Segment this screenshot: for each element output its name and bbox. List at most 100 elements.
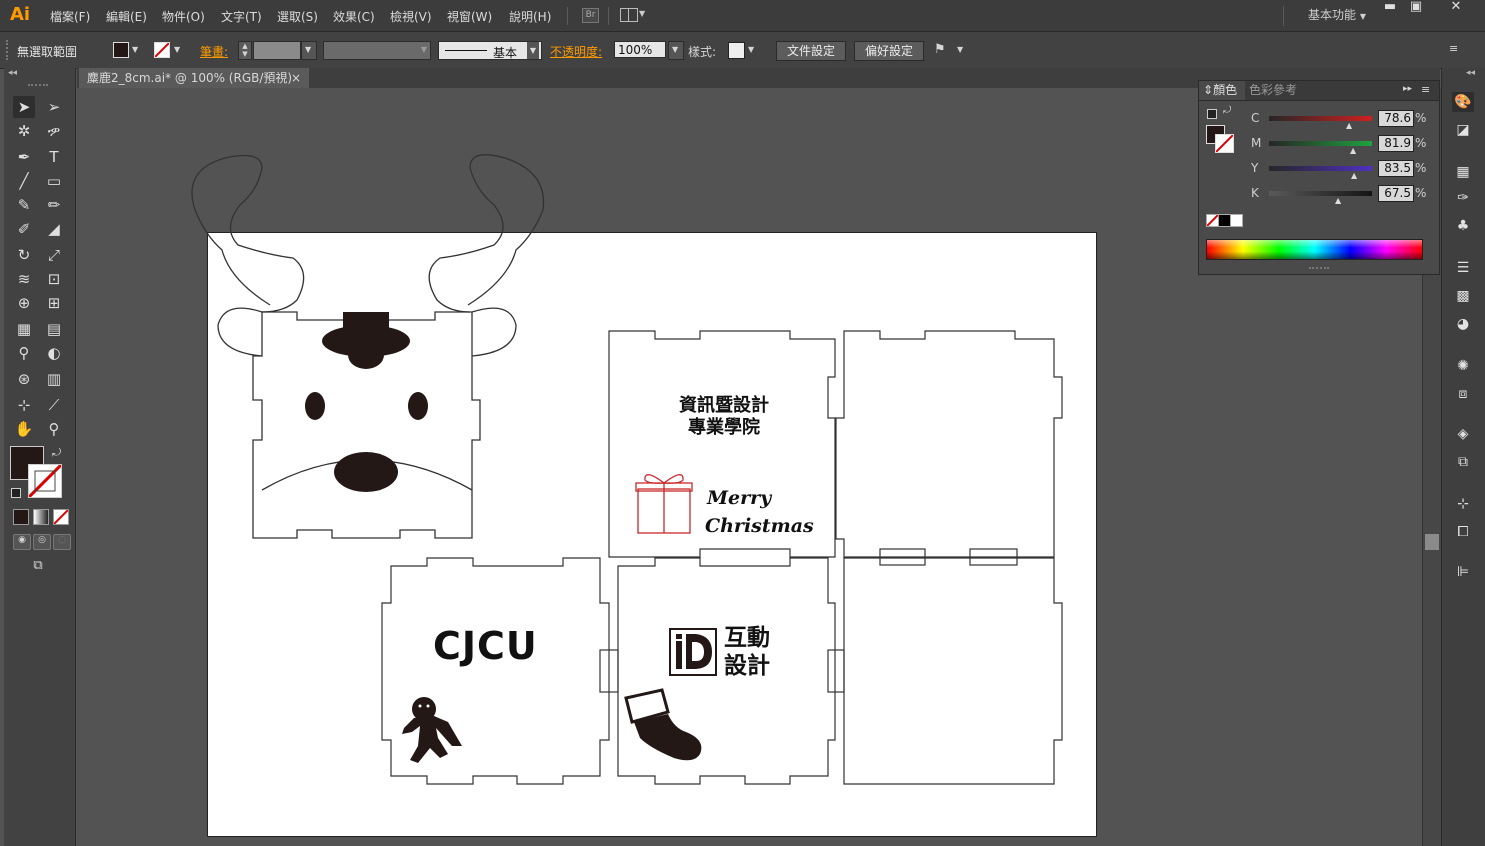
hand-tool-icon[interactable]: ✋ — [13, 418, 35, 440]
magenta-slider[interactable] — [1269, 141, 1372, 146]
stroke-dropdown-icon[interactable]: ▼ — [174, 45, 180, 54]
fill-dropdown-icon[interactable]: ▼ — [132, 45, 138, 54]
black-value[interactable]: 67.5 — [1378, 185, 1414, 202]
menu-effect[interactable]: 效果(C) — [333, 8, 375, 25]
workspace-switcher[interactable]: 基本功能 ▼ — [1308, 6, 1366, 23]
artboards-icon[interactable]: ⧉ — [1452, 452, 1474, 472]
column-graph-tool-icon[interactable]: ▥ — [43, 368, 65, 390]
black-slider-thumb[interactable]: ▲ — [1335, 196, 1341, 205]
magic-wand-tool-icon[interactable]: ✲ — [13, 120, 35, 142]
menu-help[interactable]: 說明(H) — [509, 8, 551, 25]
panel-expand-icon[interactable]: ▸▸ — [1403, 84, 1412, 94]
shape-builder-tool-icon[interactable]: ⊕ — [13, 292, 35, 314]
blob-brush-tool-icon[interactable]: ✐ — [13, 218, 35, 240]
draw-normal-icon[interactable]: ◉ — [13, 534, 31, 550]
gradient-mode-icon[interactable] — [33, 509, 49, 525]
default-colors-icon[interactable] — [1207, 109, 1217, 119]
white-swatch[interactable] — [1230, 214, 1243, 227]
direct-selection-tool-icon[interactable]: ➢ — [43, 96, 65, 118]
collapse-icon[interactable]: ◂◂ — [1466, 68, 1475, 78]
yellow-value[interactable]: 83.5 — [1378, 160, 1414, 177]
scale-tool-icon[interactable]: ⤢ — [43, 244, 65, 266]
menu-view[interactable]: 檢視(V) — [390, 8, 432, 25]
yellow-slider-thumb[interactable]: ▲ — [1351, 171, 1357, 180]
arrange-icon[interactable]: ⚑ — [934, 42, 946, 57]
arrange-dropdown-icon[interactable]: ▼ — [639, 9, 645, 18]
document-tab[interactable]: 麋鹿2_8cm.ai* @ 100% (RGB/預視) × — [79, 68, 309, 88]
stroke-weight-stepper[interactable]: ▲ ▼ — [238, 41, 252, 60]
pencil-tool-icon[interactable]: ✏ — [43, 194, 65, 216]
menu-window[interactable]: 視窗(W) — [447, 8, 492, 25]
stroke-icon[interactable]: ☰ — [1452, 258, 1474, 278]
gradient-icon[interactable]: ▩ — [1452, 286, 1474, 306]
color-spectrum-bar[interactable] — [1206, 239, 1423, 260]
graphic-styles-icon[interactable]: ⧈ — [1452, 384, 1474, 404]
color-panel-icon[interactable]: 🎨 — [1452, 92, 1474, 112]
maximize-button[interactable]: ▣ — [1400, 0, 1432, 16]
eraser-tool-icon[interactable]: ◢ — [43, 218, 65, 240]
panel-stroke-swatch[interactable] — [1215, 134, 1234, 153]
transparency-icon[interactable]: ◕ — [1452, 314, 1474, 334]
panel-menu-icon[interactable]: ≡ — [1449, 42, 1458, 55]
selection-tool-icon[interactable]: ➤ — [13, 96, 35, 118]
layers-icon[interactable]: ◈ — [1452, 424, 1474, 444]
document-setup-button[interactable]: 文件設定 — [776, 41, 846, 61]
appearance-icon[interactable]: ✺ — [1452, 356, 1474, 376]
pen-tool-icon[interactable]: ✒ — [13, 146, 35, 168]
draw-inside-icon[interactable]: ◌ — [53, 534, 71, 550]
symbols-icon[interactable]: ♣ — [1452, 216, 1474, 236]
magenta-slider-thumb[interactable]: ▲ — [1350, 146, 1356, 155]
swatches-icon[interactable]: ▦ — [1452, 162, 1474, 182]
arrange-dropdown-icon[interactable]: ▼ — [957, 45, 963, 54]
eyedropper-tool-icon[interactable]: ⚲ — [13, 342, 35, 364]
magenta-value[interactable]: 81.9 — [1378, 135, 1414, 152]
brushes-icon[interactable]: ✑ — [1452, 188, 1474, 208]
bridge-button[interactable]: Br — [582, 8, 599, 23]
draw-behind-icon[interactable]: ◎ — [33, 534, 51, 550]
blend-tool-icon[interactable]: ◐ — [43, 342, 65, 364]
arrange-documents-icon[interactable] — [620, 8, 638, 22]
symbol-sprayer-tool-icon[interactable]: ⊛ — [13, 368, 35, 390]
panel-resize-grip[interactable] — [1309, 267, 1329, 271]
menu-object[interactable]: 物件(O) — [162, 8, 205, 25]
menu-type[interactable]: 文字(T) — [221, 8, 262, 25]
opacity-input[interactable]: 100% — [614, 41, 666, 58]
rotate-tool-icon[interactable]: ↻ — [13, 244, 35, 266]
color-guide-icon[interactable]: ◪ — [1452, 120, 1474, 140]
panel-menu-icon[interactable]: ≡ — [1421, 83, 1430, 96]
free-transform-tool-icon[interactable]: ⊡ — [43, 268, 65, 290]
variable-width-profile[interactable]: ▼ — [323, 41, 431, 60]
none-mode-icon[interactable] — [53, 509, 69, 525]
rectangle-tool-icon[interactable]: ▭ — [43, 170, 65, 192]
opacity-label[interactable]: 不透明度: — [550, 43, 602, 60]
graphic-style-swatch[interactable] — [728, 42, 745, 59]
zoom-tool-icon[interactable]: ⚲ — [43, 418, 65, 440]
transform-icon[interactable]: ⊹ — [1452, 494, 1474, 514]
cyan-slider-thumb[interactable]: ▲ — [1346, 121, 1352, 130]
stroke-color-swatch[interactable] — [28, 464, 62, 498]
paintbrush-tool-icon[interactable]: ✎ — [13, 194, 35, 216]
default-colors-icon[interactable] — [11, 488, 21, 498]
gradient-tool-icon[interactable]: ▤ — [43, 318, 65, 340]
perspective-grid-tool-icon[interactable]: ⊞ — [43, 292, 65, 314]
screen-mode-icon[interactable]: ⧉ — [28, 558, 48, 573]
pathfinder-icon[interactable]: ⧠ — [1452, 522, 1474, 542]
artboard-tool-icon[interactable]: ⊹ — [13, 394, 35, 416]
stroke-weight-dropdown-icon[interactable]: ▼ — [301, 41, 317, 60]
mesh-tool-icon[interactable]: ▦ — [13, 318, 35, 340]
opacity-dropdown-icon[interactable]: ▼ — [668, 41, 684, 60]
lasso-tool-icon[interactable]: ዏ — [43, 120, 65, 142]
type-tool-icon[interactable]: T — [43, 146, 65, 168]
stroke-swatch[interactable] — [154, 42, 170, 58]
stroke-label[interactable]: 筆畫: — [200, 43, 228, 60]
style-dropdown-icon[interactable]: ▼ — [748, 45, 754, 54]
color-mode-icon[interactable] — [13, 509, 29, 525]
tab-color[interactable]: ⇕顏色 — [1199, 81, 1245, 100]
menu-edit[interactable]: 編輯(E) — [106, 8, 147, 25]
black-slider[interactable] — [1269, 191, 1372, 196]
close-window-button[interactable]: ✕ — [1436, 0, 1476, 16]
tab-color-guide[interactable]: 色彩參考 — [1249, 81, 1297, 100]
preferences-button[interactable]: 偏好設定 — [854, 41, 924, 61]
close-tab-icon[interactable]: × — [291, 68, 301, 88]
stroke-weight-input[interactable] — [253, 41, 301, 60]
